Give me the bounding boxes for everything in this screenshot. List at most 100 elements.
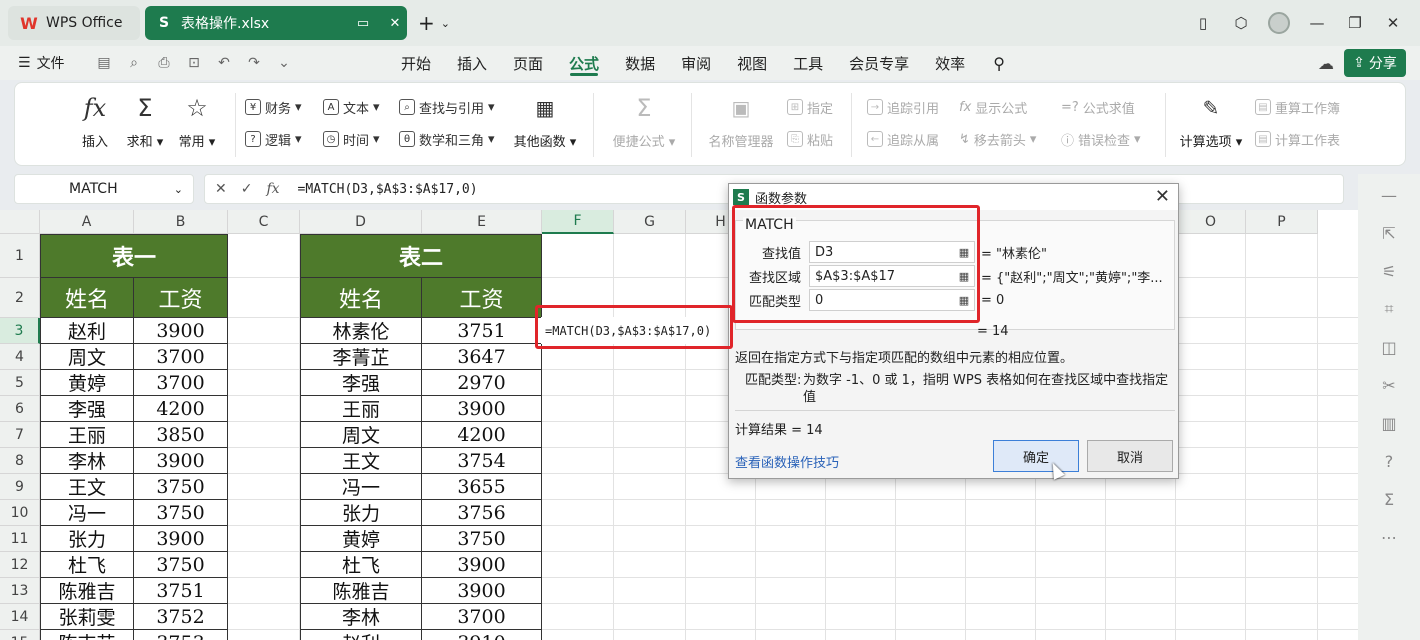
table2-cell[interactable]: 李林 (300, 604, 422, 630)
window-mode-icon[interactable]: ▭ (351, 11, 375, 35)
pointer-icon[interactable]: ⇱ (1374, 218, 1404, 248)
row-header-14[interactable]: 14 (0, 604, 40, 630)
help-icon[interactable]: ? (1374, 446, 1404, 476)
tab-data[interactable]: 数据 (612, 46, 668, 80)
column-header-p[interactable]: P (1246, 210, 1318, 234)
trace-dependents-button[interactable]: ← 追踪从属 (867, 127, 939, 151)
table2-cell[interactable]: 周文 (300, 422, 422, 448)
search-icon[interactable]: ⚲ (984, 48, 1014, 78)
new-tab-button[interactable]: + ⌄ (418, 10, 468, 36)
table1-cell[interactable]: 3900 (134, 318, 228, 344)
print-preview-icon[interactable]: ⊡ (180, 50, 208, 76)
save-icon[interactable]: ▤ (90, 50, 118, 76)
table1-cell[interactable]: 3750 (134, 552, 228, 578)
row-header-12[interactable]: 12 (0, 552, 40, 578)
lookup-button[interactable]: ⌕ 查找与引用 ▾ (399, 95, 495, 119)
name-manager-button[interactable]: ▣ 名称管理器 (705, 91, 777, 159)
tab-tools[interactable]: 工具 (780, 46, 836, 80)
table1-cell[interactable]: 王文 (40, 474, 134, 500)
column-header-a[interactable]: A (40, 210, 134, 234)
recalc-workbook-button[interactable]: ▤ 重算工作簿 (1255, 95, 1340, 119)
name-box[interactable]: MATCH ⌄ (14, 174, 194, 204)
row-header-4[interactable]: 4 (0, 344, 40, 370)
crop-icon[interactable]: ⌗ (1374, 294, 1404, 324)
table2-cell[interactable]: 3756 (422, 500, 542, 526)
more-icon[interactable]: ⌄ (270, 50, 298, 76)
print-icon[interactable]: ⎙ (150, 50, 178, 76)
file-tab[interactable]: S 表格操作.xlsx ▭ ✕ (145, 6, 407, 40)
table2-cell[interactable]: 王文 (300, 448, 422, 474)
table2-header-cell[interactable]: 工资 (422, 278, 542, 318)
table2-cell[interactable]: 4200 (422, 422, 542, 448)
table1-cell[interactable]: 3900 (134, 526, 228, 552)
calc-options-button[interactable]: ✎ 计算选项 ▾ (1175, 91, 1247, 159)
restore-icon[interactable]: ❐ (1338, 8, 1372, 38)
table2-header-cell[interactable]: 姓名 (300, 278, 422, 318)
table1-cell[interactable]: 冯一 (40, 500, 134, 526)
text-button[interactable]: A 文本 ▾ (323, 95, 380, 119)
remove-arrows-button[interactable]: ↯ 移去箭头 ▾ (959, 127, 1036, 151)
tab-home[interactable]: 开始 (388, 46, 444, 80)
sum-button[interactable]: Σ 求和 ▾ (115, 91, 175, 159)
column-header-b[interactable]: B (134, 210, 228, 234)
table2-cell[interactable]: 3900 (422, 578, 542, 604)
table2-cell[interactable]: 李强 (300, 370, 422, 396)
error-check-button[interactable]: ⓘ 错误检查 ▾ (1061, 127, 1141, 151)
row-header-5[interactable]: 5 (0, 370, 40, 396)
column-header-f[interactable]: F (542, 210, 614, 234)
sigma-sidebar-icon[interactable]: Σ (1374, 484, 1404, 514)
undo-icon[interactable]: ↶ (210, 50, 238, 76)
table1-header-cell[interactable]: 工资 (134, 278, 228, 318)
table1-cell[interactable]: 张莉雯 (40, 604, 134, 630)
row-header-1[interactable]: 1 (0, 234, 40, 278)
tab-efficiency[interactable]: 效率 (922, 46, 978, 80)
share-button[interactable]: ⇪ 分享 (1344, 49, 1406, 77)
close-tab-icon[interactable]: ✕ (383, 11, 407, 35)
confirm-icon[interactable]: ✓ (241, 181, 253, 197)
finance-button[interactable]: ¥ 财务 ▾ (245, 95, 302, 119)
layout-icon[interactable]: ▯ (1186, 8, 1220, 38)
ok-button[interactable]: 确定 (993, 440, 1079, 472)
avatar[interactable] (1262, 8, 1296, 38)
quick-formula-button[interactable]: Σ 便捷公式 ▾ (611, 91, 677, 159)
table1-cell[interactable]: 3752 (134, 604, 228, 630)
define-button[interactable]: ⊞ 指定 (787, 95, 833, 119)
logic-button[interactable]: ? 逻辑 ▾ (245, 127, 302, 151)
table1-cell[interactable]: 赵利 (40, 318, 134, 344)
chart-icon[interactable]: ◫ (1374, 332, 1404, 362)
cancel-button[interactable]: 取消 (1087, 440, 1173, 472)
select-all-corner[interactable] (0, 210, 40, 234)
table1-cell[interactable]: 3751 (134, 578, 228, 604)
time-button[interactable]: ◷ 时间 ▾ (323, 127, 380, 151)
show-formula-button[interactable]: fx 显示公式 (959, 95, 1027, 119)
table2-cell[interactable]: 王丽 (300, 396, 422, 422)
table2-cell[interactable]: 张力 (300, 500, 422, 526)
table1-cell[interactable]: 3750 (134, 474, 228, 500)
row-header-3[interactable]: 3 (0, 318, 40, 344)
row-header-2[interactable]: 2 (0, 278, 40, 318)
row-header-7[interactable]: 7 (0, 422, 40, 448)
more-dots-icon[interactable]: ⋯ (1374, 522, 1404, 552)
paste-button[interactable]: ⎘ 粘贴 (787, 127, 833, 151)
table2-cell[interactable]: 3647 (422, 344, 542, 370)
tab-insert[interactable]: 插入 (444, 46, 500, 80)
table1-cell[interactable]: 4200 (134, 396, 228, 422)
calc-sheet-button[interactable]: ▤ 计算工作表 (1255, 127, 1340, 151)
fx-icon[interactable]: fx (266, 181, 279, 197)
evaluate-formula-button[interactable]: =? 公式求值 (1061, 95, 1135, 119)
row-header-9[interactable]: 9 (0, 474, 40, 500)
table1-cell[interactable]: 陈雅吉 (40, 578, 134, 604)
close-icon[interactable]: ✕ (1155, 186, 1170, 207)
table2-cell[interactable]: 黄婷 (300, 526, 422, 552)
table2-cell[interactable]: 杜飞 (300, 552, 422, 578)
table1-cell[interactable]: 张力 (40, 526, 134, 552)
table1-cell[interactable]: 周文 (40, 344, 134, 370)
table1-cell[interactable]: 3700 (134, 370, 228, 396)
table2-cell[interactable]: 3751 (422, 318, 542, 344)
math-button[interactable]: θ 数学和三角 ▾ (399, 127, 495, 151)
table2-cell[interactable]: 3900 (422, 552, 542, 578)
table2-cell[interactable]: 3700 (422, 604, 542, 630)
table1-cell[interactable]: 3700 (134, 344, 228, 370)
table2-cell[interactable]: 2970 (422, 370, 542, 396)
tab-member[interactable]: 会员专享 (836, 46, 922, 80)
